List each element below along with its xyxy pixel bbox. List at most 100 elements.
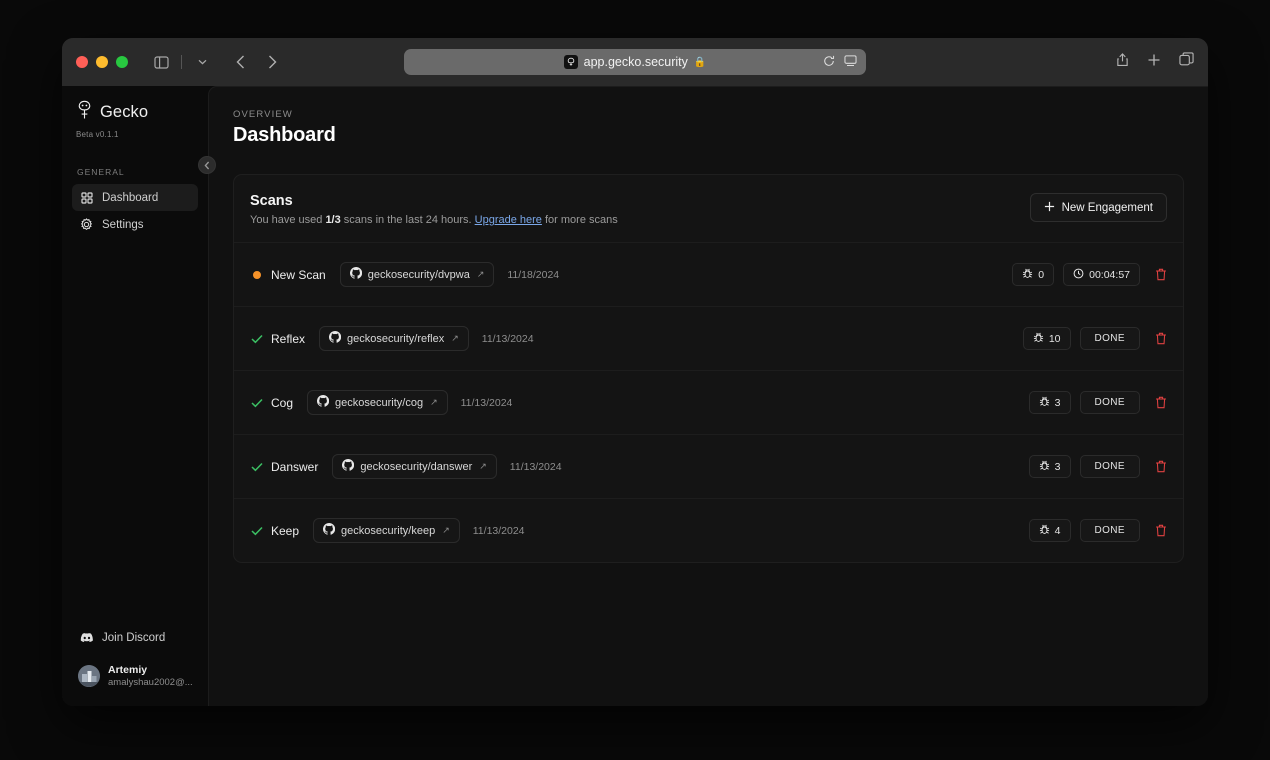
table-row[interactable]: New Scan geckosecurity/dvpwa ↗ 11/18/202… <box>234 242 1183 306</box>
upgrade-link[interactable]: Upgrade here <box>475 214 542 226</box>
navigation-controls <box>229 50 283 74</box>
user-email: amalyshau2002@... <box>108 676 192 688</box>
new-engagement-button[interactable]: New Engagement <box>1029 193 1167 222</box>
table-row[interactable]: Danswer geckosecurity/danswer ↗ 11/13/20… <box>234 434 1183 498</box>
sidebar-collapse-button[interactable] <box>198 156 216 174</box>
trash-icon[interactable] <box>1155 396 1167 409</box>
sidebar-item-settings[interactable]: Settings <box>72 211 198 238</box>
brand: Gecko <box>72 100 198 125</box>
sidebar-item-label: Dashboard <box>102 191 159 204</box>
user-name: Artemiy <box>108 663 148 676</box>
chevron-down-icon[interactable] <box>189 50 215 74</box>
url-text: app.gecko.security <box>583 55 688 69</box>
table-row[interactable]: Reflex geckosecurity/reflex ↗ 11/13/2024 <box>234 306 1183 370</box>
address-bar[interactable]: app.gecko.security 🔒 <box>404 49 866 75</box>
minimize-window-button[interactable] <box>96 56 108 68</box>
app-body: Gecko Beta v0.1.1 GENERAL Dashboard Sett… <box>62 86 1208 706</box>
bug-icon <box>1033 332 1044 346</box>
github-icon <box>329 330 342 346</box>
row-actions: 10 DONE <box>1022 327 1167 350</box>
reader-view-icon[interactable] <box>844 54 857 70</box>
sidebar-toggle-icon[interactable] <box>148 50 174 74</box>
scans-card-header: Scans You have used 1/3 scans in the las… <box>234 175 1183 242</box>
share-icon[interactable] <box>1116 52 1129 72</box>
github-icon <box>349 266 362 282</box>
check-icon <box>250 526 264 536</box>
row-actions: 3 DONE <box>1028 391 1167 414</box>
address-bar-actions <box>823 49 857 75</box>
check-icon <box>250 462 264 472</box>
github-icon <box>317 394 330 410</box>
check-icon <box>250 334 264 344</box>
reload-icon[interactable] <box>823 55 835 70</box>
trash-icon[interactable] <box>1155 268 1167 281</box>
bug-icon <box>1039 396 1050 410</box>
main-content: OVERVIEW Dashboard Scans You have used 1… <box>208 86 1208 706</box>
status-badge: DONE <box>1079 455 1140 478</box>
scan-date: 11/13/2024 <box>509 460 562 473</box>
trash-icon[interactable] <box>1155 332 1167 345</box>
table-row[interactable]: Keep geckosecurity/keep ↗ 11/13/2024 4 D… <box>234 498 1183 562</box>
scans-subtitle: You have used 1/3 scans in the last 24 h… <box>250 214 618 226</box>
repo-link[interactable]: geckosecurity/reflex ↗ <box>319 326 469 351</box>
sidebar-item-dashboard[interactable]: Dashboard <box>72 184 198 211</box>
external-link-icon: ↗ <box>476 269 485 279</box>
bug-count-badge: 4 <box>1028 519 1071 542</box>
bug-icon <box>1039 460 1050 474</box>
close-window-button[interactable] <box>76 56 88 68</box>
tab-overview-icon[interactable] <box>1179 52 1194 72</box>
join-discord-link[interactable]: Join Discord <box>72 625 198 651</box>
user-meta: Artemiy amalyshau2002@... <box>108 664 192 689</box>
brand-name: Gecko <box>100 103 149 121</box>
status-badge: DONE <box>1079 391 1140 414</box>
bug-count-badge: 3 <box>1028 391 1071 414</box>
bug-icon <box>1039 524 1050 538</box>
trash-icon[interactable] <box>1155 524 1167 537</box>
browser-window: app.gecko.security 🔒 Gecko Beta v0.1.1 G… <box>62 38 1208 706</box>
row-actions: 3 DONE <box>1028 455 1167 478</box>
bug-count-badge: 10 <box>1022 327 1071 350</box>
bug-count-badge: 3 <box>1028 455 1071 478</box>
breadcrumb: OVERVIEW <box>233 109 293 120</box>
repo-link[interactable]: geckosecurity/dvpwa ↗ <box>339 262 495 287</box>
bug-count: 3 <box>1054 460 1061 473</box>
repo-link[interactable]: geckosecurity/danswer ↗ <box>332 454 497 479</box>
external-link-icon: ↗ <box>451 333 459 343</box>
plus-icon[interactable] <box>1147 53 1161 72</box>
join-discord-label: Join Discord <box>102 631 166 644</box>
status-badge: DONE <box>1079 519 1140 542</box>
subtitle-suffix: for more scans <box>541 214 618 226</box>
sidebar-controls <box>148 50 215 74</box>
app-version: Beta v0.1.1 <box>76 130 119 139</box>
browser-actions <box>1116 52 1194 72</box>
repo-link[interactable]: geckosecurity/keep ↗ <box>313 518 460 543</box>
github-icon <box>323 522 336 538</box>
sidebar: Gecko Beta v0.1.1 GENERAL Dashboard Sett… <box>62 86 216 706</box>
subtitle-middle: scans in the last 24 hours. <box>340 214 475 226</box>
row-actions: 4 DONE <box>1028 519 1167 542</box>
scans-card: Scans You have used 1/3 scans in the las… <box>233 174 1184 563</box>
repo-name: geckosecurity/danswer <box>360 460 473 473</box>
maximize-window-button[interactable] <box>116 56 128 68</box>
user-profile[interactable]: Artemiy amalyshau2002@... <box>72 659 198 694</box>
scans-card-heading: Scans You have used 1/3 scans in the las… <box>250 193 618 226</box>
new-engagement-label: New Engagement <box>1061 201 1153 214</box>
sidebar-item-label: Settings <box>102 218 144 231</box>
external-link-icon: ↗ <box>430 397 438 407</box>
lock-icon: 🔒 <box>693 56 707 68</box>
repo-name: geckosecurity/keep <box>341 524 436 537</box>
check-icon <box>250 398 264 408</box>
back-chevron-icon[interactable] <box>229 50 251 74</box>
subtitle-prefix: You have used <box>250 214 326 226</box>
scan-date: 11/13/2024 <box>460 396 513 409</box>
window-controls <box>76 56 128 68</box>
trash-icon[interactable] <box>1155 460 1167 473</box>
gear-icon <box>80 218 93 231</box>
repo-link[interactable]: geckosecurity/cog ↗ <box>307 390 448 415</box>
bug-icon <box>1022 268 1033 282</box>
bug-count-badge: 0 <box>1012 263 1055 286</box>
forward-chevron-icon[interactable] <box>261 50 283 74</box>
table-row[interactable]: Cog geckosecurity/cog ↗ 11/13/2024 3 DON… <box>234 370 1183 434</box>
repo-name: geckosecurity/dvpwa <box>367 268 470 281</box>
